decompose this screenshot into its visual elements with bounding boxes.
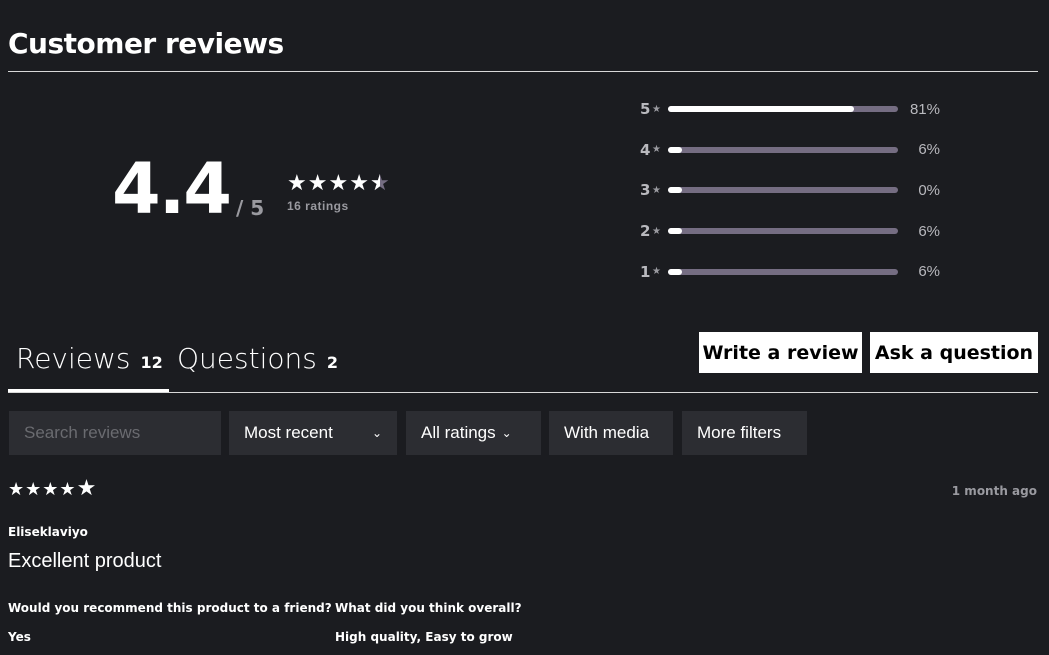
review-author: Eliseklaviyo (8, 525, 88, 539)
rating-label: 5 (640, 100, 651, 118)
star-icon: ★ (42, 479, 60, 499)
star-icon: ★ (652, 144, 661, 156)
rating-bar (668, 187, 898, 194)
rating-row-2[interactable]: 2 ★ 6% (640, 222, 940, 241)
rating-percent: 6% (918, 141, 940, 159)
rating-percent: 0% (918, 181, 940, 199)
answer-recommend: Yes (8, 630, 31, 644)
question-recommend: Would you recommend this product to a fr… (8, 601, 332, 615)
rating-bar (668, 228, 898, 235)
star-icon: ★ (652, 266, 661, 278)
star-icon: ★ (8, 479, 26, 499)
rating-label: 4 (640, 140, 651, 159)
rating-bar-fill (668, 106, 855, 112)
answer-overall: High quality, Easy to grow (335, 630, 513, 644)
rating-bar-fill (668, 268, 682, 275)
rating-percent: 6% (918, 222, 940, 240)
star-icon: ★ (349, 170, 370, 195)
more-filters-button[interactable]: More filters (682, 411, 807, 455)
rating-percent: 6% (918, 263, 940, 281)
rating-row-1[interactable]: 1 ★ 6% (640, 262, 940, 281)
rating-label: 1 (640, 262, 651, 281)
star-icon: ★ (652, 225, 661, 237)
ask-question-button[interactable]: Ask a question (870, 332, 1038, 373)
with-media-button[interactable]: With media (549, 411, 673, 455)
average-stars: ★★★★★ (287, 170, 391, 196)
rating-bar-fill (668, 228, 682, 235)
star-icon: ★ (287, 170, 308, 195)
tab-questions[interactable]: Questions 2 (177, 342, 338, 375)
search-reviews[interactable] (9, 411, 221, 455)
rating-bar-fill (668, 187, 682, 194)
star-icon: ★ (328, 170, 350, 195)
rating-scale: / 5 (236, 196, 265, 220)
chevron-down-icon: ⌄ (371, 426, 382, 440)
search-input[interactable] (24, 423, 204, 443)
reviews-count: 12 (140, 353, 163, 372)
rating-bar (668, 268, 898, 275)
divider (8, 392, 1038, 393)
rating-bar (668, 106, 898, 112)
star-icon: ★ (76, 475, 98, 500)
rating-bar-fill (668, 146, 682, 153)
write-review-button[interactable]: Write a review (699, 332, 862, 373)
rating-label: 3 (640, 181, 651, 200)
questions-count: 2 (326, 353, 338, 372)
star-icon: ★ (25, 479, 43, 499)
rating-bar (668, 146, 898, 153)
rating-row-3[interactable]: 3 ★ 0% (640, 181, 940, 200)
average-rating: 4.4 (112, 148, 232, 230)
star-icon: ★ (59, 479, 77, 499)
star-icon: ★ (652, 184, 661, 196)
rating-label: 2 (640, 222, 651, 241)
rating-row-4[interactable]: 4 ★ 6% (640, 140, 940, 159)
star-icon: ★ (652, 103, 661, 115)
chevron-down-icon: ⌄ (501, 426, 512, 440)
page-title: Customer reviews (8, 27, 284, 60)
question-overall: What did you think overall? (335, 601, 522, 615)
rating-percent: 81% (909, 100, 940, 118)
divider (8, 71, 1038, 72)
tab-reviews[interactable]: Reviews 12 (16, 342, 163, 375)
half-star-icon: ★ (370, 170, 391, 195)
ratings-dropdown[interactable]: All ratings ⌄ (406, 411, 541, 455)
review-stars: ★★★★★ (8, 475, 97, 501)
rating-row-5[interactable]: 5 ★ 81% (640, 100, 940, 118)
star-icon: ★ (307, 170, 329, 195)
ratings-count: 16 ratings (287, 199, 349, 213)
sort-dropdown[interactable]: Most recent ⌄ (229, 411, 397, 455)
review-date: 1 month ago (951, 484, 1037, 498)
review-title: Excellent product (8, 550, 162, 572)
